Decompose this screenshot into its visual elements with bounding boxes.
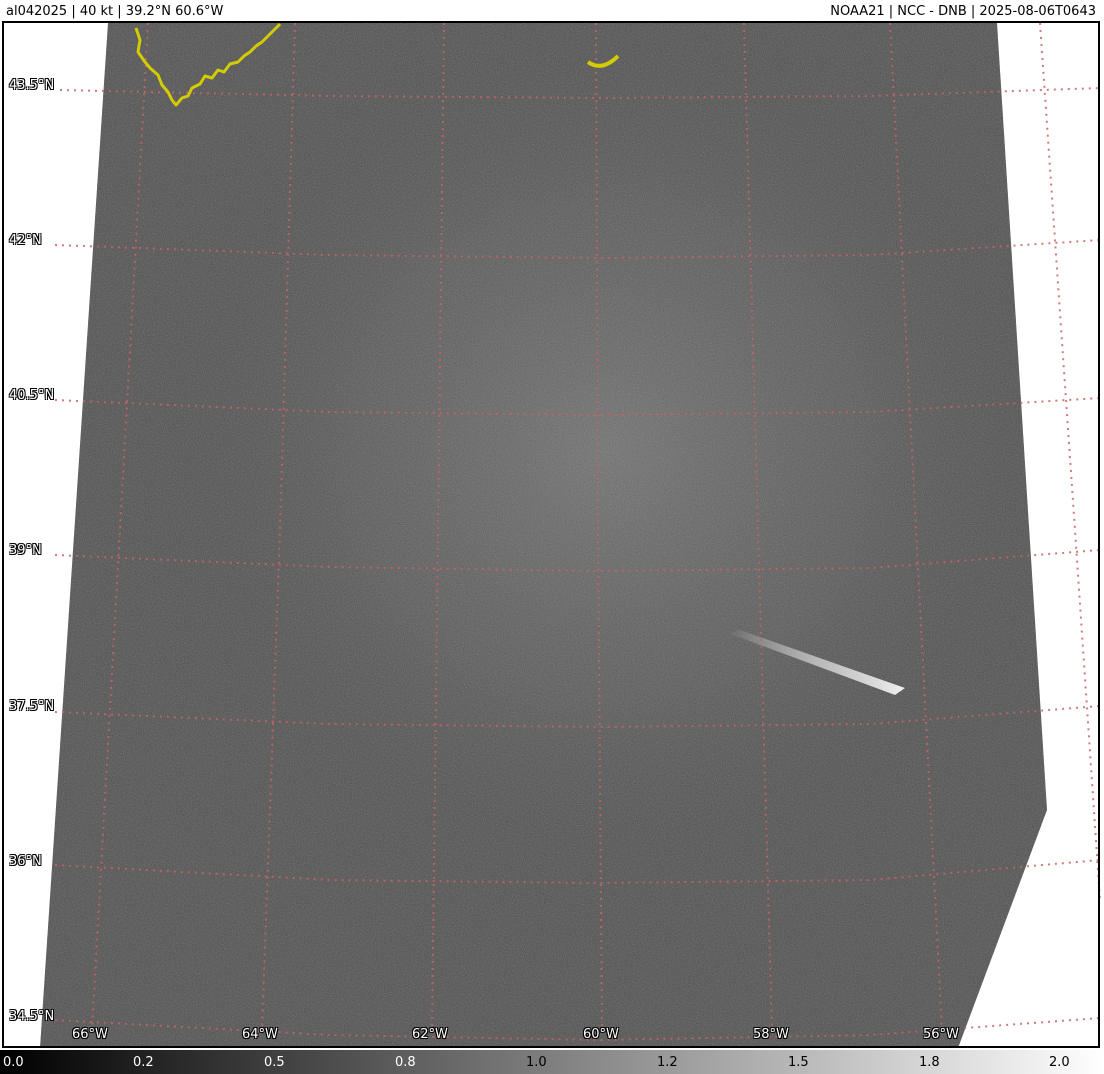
lon-label: 58°W — [753, 1027, 789, 1042]
colorbar-tick-label: 0.2 — [133, 1055, 154, 1070]
lat-label: 36°N — [9, 854, 42, 869]
lon-label: 60°W — [583, 1027, 619, 1042]
colorbar-tick-label: 1.8 — [919, 1055, 940, 1070]
lat-label: 34.5°N — [9, 1009, 55, 1024]
meridian-line — [1039, 22, 1101, 901]
lat-label: 37.5°N — [9, 699, 55, 714]
lon-label: 62°W — [412, 1027, 448, 1042]
colorbar-tick-label: 2.0 — [1049, 1055, 1070, 1070]
lat-label: 43.5°N — [9, 78, 55, 93]
satellite-map — [40, 22, 1101, 1048]
colorbar-tick-label: 1.2 — [657, 1055, 678, 1070]
lat-label: 42°N — [9, 233, 42, 248]
colorbar-tick-label: 1.5 — [788, 1055, 809, 1070]
lon-label: 66°W — [72, 1027, 108, 1042]
lon-label: 64°W — [242, 1027, 278, 1042]
lat-label: 40.5°N — [9, 388, 55, 403]
colorbar-tick-label: 0.8 — [395, 1055, 416, 1070]
lon-label: 56°W — [923, 1027, 959, 1042]
lat-label: 39°N — [9, 543, 42, 558]
colorbar-tick-label: 0.5 — [264, 1055, 285, 1070]
imagery-swath — [40, 23, 1047, 1048]
colorbar-tick-label: 1.0 — [526, 1055, 547, 1070]
colorbar-tick-label: 0.0 — [3, 1055, 24, 1070]
satellite-image-viewer: al042025 | 40 kt | 39.2°N 60.6°W NOAA21 … — [0, 0, 1104, 1074]
